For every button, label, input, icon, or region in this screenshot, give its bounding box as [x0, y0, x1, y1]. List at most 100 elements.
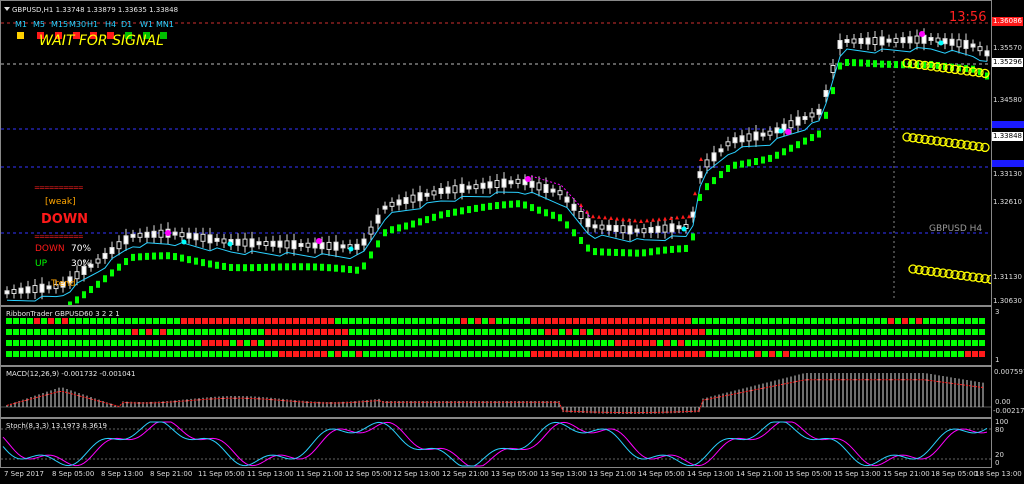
ribbon-marker	[348, 266, 352, 274]
ribbon-block	[146, 329, 152, 335]
ribbon-block	[209, 318, 215, 324]
ribbon-block	[97, 340, 103, 346]
ribbon-block	[902, 340, 908, 346]
ribbon-block	[454, 318, 460, 324]
tf-h4[interactable]: H4	[105, 20, 116, 29]
ribbon-block	[111, 318, 117, 324]
ribbon-block	[62, 340, 68, 346]
ribbon-block	[853, 329, 859, 335]
ribbon-block	[153, 318, 159, 324]
ribbon-marker	[509, 200, 513, 208]
ribbon-block	[727, 318, 733, 324]
ribbon-block	[41, 340, 47, 346]
ribbon-block	[454, 329, 460, 335]
ribbon-marker	[418, 218, 422, 226]
ribbon-block	[839, 318, 845, 324]
tf-m15[interactable]: M15	[51, 20, 68, 29]
ribbon-block	[909, 351, 915, 357]
ribbon-block	[636, 318, 642, 324]
ribbon-block	[755, 351, 761, 357]
ribbon-block	[461, 318, 467, 324]
ribbon-block	[342, 329, 348, 335]
ribbon-marker	[537, 206, 541, 214]
tf-m30[interactable]: M30	[69, 20, 86, 29]
tf-d1[interactable]: D1	[121, 20, 132, 29]
ribbon-block	[48, 340, 54, 346]
ribbon-marker	[397, 224, 401, 232]
ribbon-marker	[628, 249, 632, 257]
ribbon-block	[566, 340, 572, 346]
ribbon-block	[433, 351, 439, 357]
ribbon-block	[307, 318, 313, 324]
ribbon-block	[118, 351, 124, 357]
chart-symbol-header: GBPUSD,H1 1.33748 1.33879 1.33635 1.3384…	[12, 6, 179, 14]
ribbon-block	[972, 340, 978, 346]
tf-mn1[interactable]: MN1	[156, 20, 174, 29]
ribbon-block	[223, 351, 229, 357]
tf-h1[interactable]: H1	[87, 20, 98, 29]
tf-m5[interactable]: M5	[33, 20, 45, 29]
ribbon-block	[76, 351, 82, 357]
main-chart[interactable]: GBPUSD,H1 1.33748 1.33879 1.33635 1.3384…	[0, 0, 992, 306]
blue-level-marker	[992, 121, 1024, 128]
ribbon-block	[748, 329, 754, 335]
ribbon-block	[272, 329, 278, 335]
ribbon-marker	[229, 263, 233, 271]
date-label: 11 Sep 05:00	[198, 470, 245, 478]
ribbon-block	[6, 351, 12, 357]
price-label: 1.33848	[992, 132, 1023, 141]
ribbon-marker	[411, 220, 415, 228]
ribbon-block	[20, 340, 26, 346]
ribbon-pane[interactable]: RibbonTrader GBPUSD60 3 2 2 1	[0, 306, 992, 366]
stoch-pane[interactable]: Stoch(8,3,3) 13.1973 8.3619	[0, 418, 992, 468]
ribbon-block	[265, 351, 271, 357]
tf-m1[interactable]: M1	[15, 20, 27, 29]
ribbon-block	[874, 329, 880, 335]
ribbon-block	[860, 340, 866, 346]
price-axis[interactable]: 1.36086 1.35570 1.35296 1.34580 1.33848 …	[992, 0, 1024, 306]
ribbon-block	[300, 329, 306, 335]
candle-body	[732, 137, 738, 144]
candle-body	[879, 36, 885, 46]
bear-marker	[591, 214, 595, 219]
ribbon-marker	[278, 263, 282, 271]
ribbon-marker	[460, 207, 464, 215]
ribbon-block	[503, 318, 509, 324]
ribbon-marker	[341, 265, 345, 273]
ribbon-block	[34, 340, 40, 346]
ribbon-block	[881, 340, 887, 346]
ribbon-block	[62, 318, 68, 324]
price-label: 1.30630	[993, 297, 1022, 305]
candle-body	[655, 225, 661, 233]
ribbon-block	[237, 318, 243, 324]
macd-pane[interactable]: MACD(12,26,9) -0.001732 -0.001041	[0, 366, 992, 418]
ribbon-block	[636, 340, 642, 346]
candle-body	[200, 233, 206, 242]
candle-body	[543, 184, 549, 193]
ribbon-marker	[551, 211, 555, 219]
ribbon-block	[650, 318, 656, 324]
ribbon-block	[699, 340, 705, 346]
ribbon-block	[398, 351, 404, 357]
ribbon-block	[349, 318, 355, 324]
signal-dot	[681, 226, 687, 232]
ribbon-block	[559, 351, 565, 357]
ribbon-marker	[887, 60, 891, 68]
ribbon-block	[300, 318, 306, 324]
ribbon-block	[811, 329, 817, 335]
ribbon-marker	[404, 222, 408, 230]
ribbon-block	[524, 329, 530, 335]
macd-axis: 0.007597 0.00 -0.002175	[992, 366, 1024, 418]
ribbon-marker	[593, 248, 597, 256]
tf-w1[interactable]: W1	[140, 20, 153, 29]
ribbon-block	[797, 351, 803, 357]
ribbon-block	[734, 318, 740, 324]
ribbon-block	[944, 329, 950, 335]
ribbon-block	[860, 318, 866, 324]
ribbon-block	[216, 329, 222, 335]
ribbon-block	[923, 318, 929, 324]
ribbon-marker	[355, 266, 359, 274]
ribbon-block	[391, 340, 397, 346]
chart-menu-icon[interactable]	[4, 7, 10, 11]
ribbon-block	[699, 351, 705, 357]
